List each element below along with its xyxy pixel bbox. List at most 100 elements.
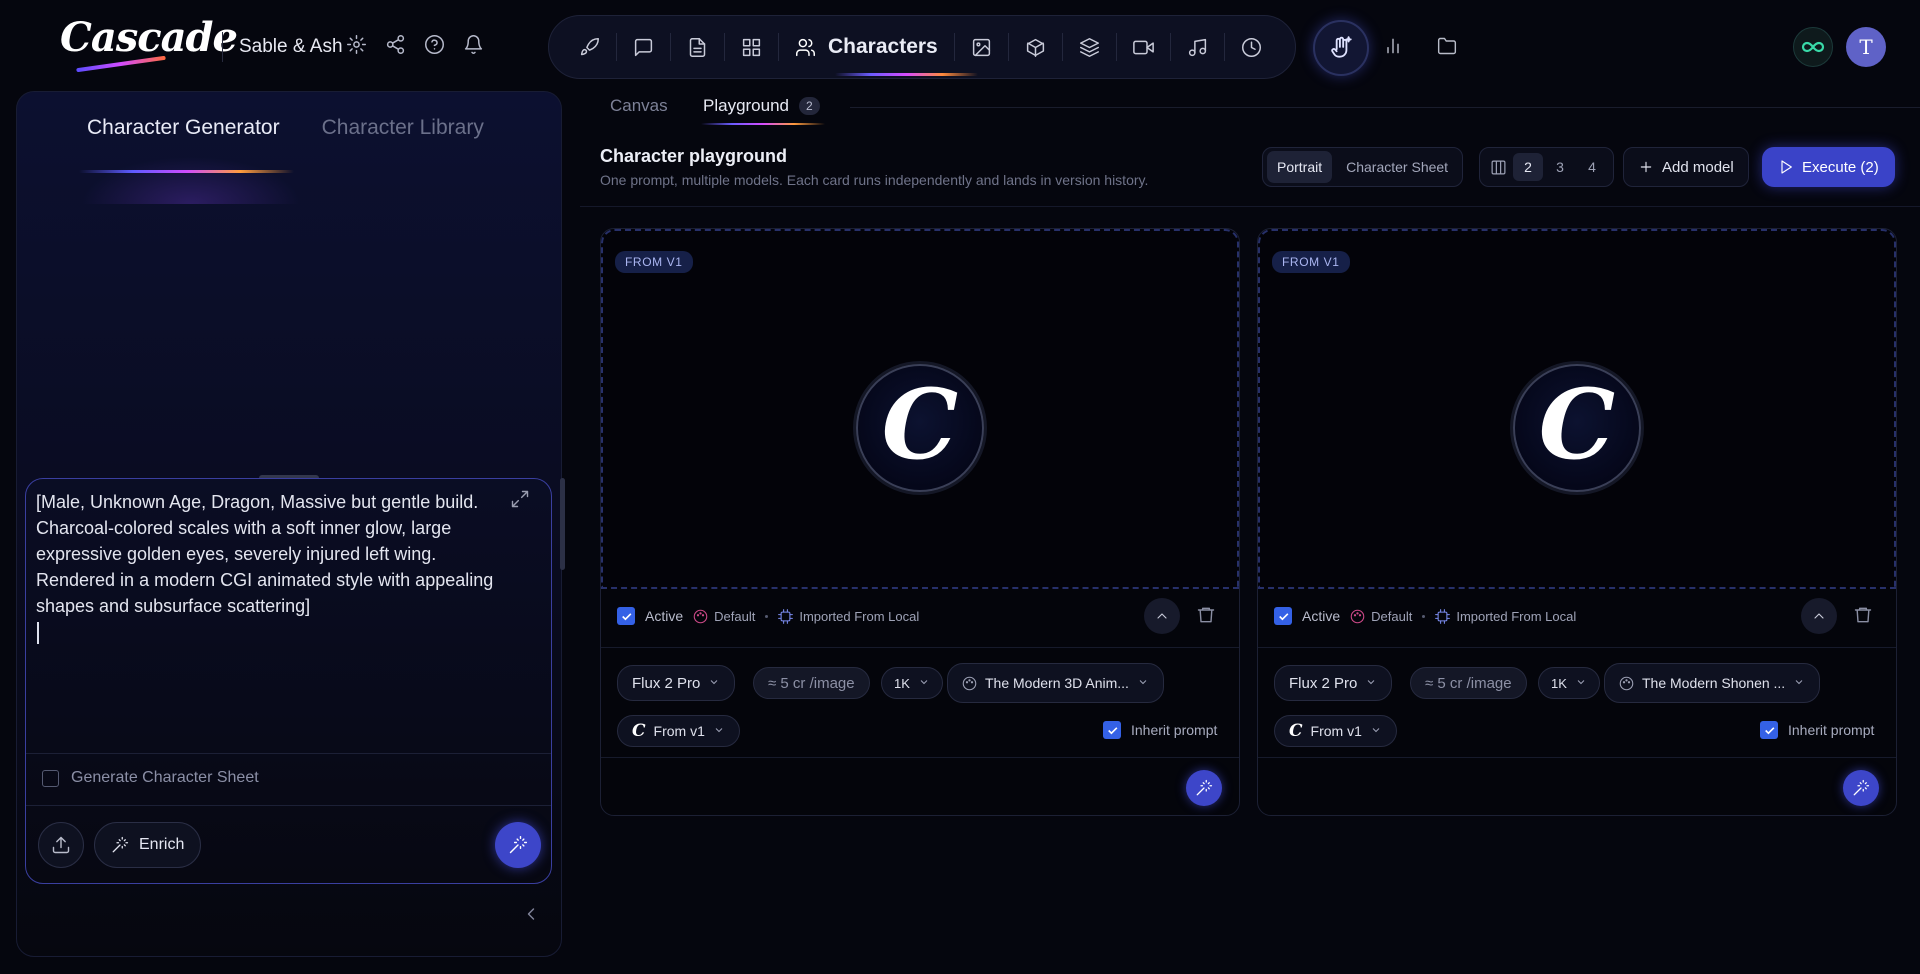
credits-button[interactable] [1793,27,1833,67]
nav-history[interactable] [1241,15,1262,79]
help-icon[interactable] [424,34,445,55]
inherit-checkbox[interactable] [1103,721,1121,739]
generate-sheet-checkbox[interactable] [42,769,59,787]
panel-scrollbar[interactable] [560,478,565,570]
nav-images[interactable] [971,15,992,79]
style-select[interactable]: The Modern 3D Anim... [947,663,1164,703]
nav-chat[interactable] [633,15,654,79]
tabs-divider [850,107,1920,108]
separator-dot [765,614,769,618]
app-logo[interactable]: Cascade [60,14,238,61]
expand-icon[interactable] [510,489,530,509]
source-badge: FROM V1 [1272,251,1350,273]
nav-characters[interactable]: Characters [795,15,978,79]
share-icon[interactable] [385,34,406,55]
user-avatar[interactable]: T [1846,27,1886,67]
columns-option[interactable]: 3 [1545,153,1575,181]
generate-sheet-option[interactable]: Generate Character Sheet [42,769,259,787]
chevron-down-icon [918,676,930,691]
nav-launch[interactable] [579,15,600,79]
upload-button[interactable] [38,822,84,868]
sparkle-hand-icon [1328,35,1354,61]
inherit-prompt-option[interactable]: Inherit prompt [1103,721,1217,739]
execute-label: Execute (2) [1802,158,1879,176]
execute-button[interactable]: Execute (2) [1762,147,1895,187]
chip-icon [778,608,794,624]
generate-button[interactable] [495,822,541,868]
bell-icon[interactable] [463,34,484,55]
tab-canvas[interactable]: Canvas [610,96,668,116]
grid-icon [741,37,762,58]
card-preview[interactable]: FROM V1 C [1258,229,1896,589]
version-select[interactable]: C From v1 [617,715,740,747]
chevron-left-icon[interactable] [521,904,541,924]
nav-video[interactable] [1132,15,1154,79]
prompt-divider [26,805,551,806]
columns-option[interactable]: 4 [1577,153,1607,181]
generate-sheet-label: Generate Character Sheet [71,769,259,786]
main-nav: Characters [548,15,1296,79]
tab-playground[interactable]: Playground 2 [703,96,820,116]
inherit-prompt-option[interactable]: Inherit prompt [1760,721,1874,739]
magic-wand-icon [1195,779,1213,797]
run-card-button[interactable] [1843,770,1879,806]
nav-separator [670,33,671,61]
image-icon [971,37,992,58]
active-label: Active [1302,608,1341,624]
prompt-textarea[interactable]: [Male, Unknown Age, Dragon, Massive but … [36,489,516,619]
add-model-button[interactable]: Add model [1623,147,1749,187]
trash-icon[interactable] [1853,605,1873,625]
tab-character-library[interactable]: Character Library [322,116,484,140]
placeholder-logo: C [856,364,984,492]
nav-grid[interactable] [741,15,762,79]
active-checkbox[interactable] [1274,607,1292,625]
tab-playground-count: 2 [799,97,820,115]
model-select[interactable]: Flux 2 Pro [617,665,736,701]
palette-icon [1619,676,1634,691]
chat-icon [633,37,654,58]
model-select[interactable]: Flux 2 Pro [1274,665,1393,701]
document-icon [687,37,708,58]
cost-estimate: ≈ 5 cr /image [753,667,870,699]
cascade-logo-icon: C [1289,721,1303,741]
mode-character-sheet[interactable]: Character Sheet [1336,151,1458,183]
default-label: Default [1371,608,1413,624]
enrich-button[interactable]: Enrich [94,822,202,868]
chevron-up-icon [1154,608,1170,624]
run-card-button[interactable] [1186,770,1222,806]
tab-character-generator[interactable]: Character Generator [79,116,294,173]
collapse-card-button[interactable] [1144,598,1180,634]
resolution-select[interactable]: 1K [1538,667,1600,699]
model-card: FROM V1 C Active Default Imported From L… [600,228,1240,816]
inherit-label: Inherit prompt [1131,722,1218,738]
folder-icon[interactable] [1437,36,1457,56]
collapse-card-button[interactable] [1801,598,1837,634]
header-divider [580,206,1920,207]
cube-icon [1025,37,1046,58]
gear-icon[interactable] [346,34,367,55]
style-value: The Modern Shonen ... [1642,675,1786,691]
nav-script[interactable] [687,15,708,79]
version-select[interactable]: C From v1 [1274,715,1397,747]
plus-icon [1638,159,1654,175]
trash-icon[interactable] [1196,605,1216,625]
resolution-select[interactable]: 1K [881,667,943,699]
active-checkbox[interactable] [617,607,635,625]
project-name[interactable]: Sable & Ash [239,36,343,58]
inherit-checkbox[interactable] [1760,721,1778,739]
add-model-label: Add model [1662,158,1734,176]
chevron-down-icon [1137,675,1149,691]
nav-separator [1169,33,1171,61]
style-select[interactable]: The Modern Shonen ... [1604,663,1821,703]
upload-icon [51,835,71,855]
nav-characters-label: Characters [828,35,938,58]
nav-layers[interactable] [1079,15,1100,79]
nav-3d[interactable] [1025,15,1046,79]
ai-assistant-button[interactable] [1313,20,1369,76]
analytics-icon[interactable] [1383,36,1403,56]
columns-option[interactable]: 2 [1513,153,1543,181]
tab-playground-label: Playground [703,96,790,115]
mode-portrait[interactable]: Portrait [1267,151,1333,183]
nav-music[interactable] [1187,15,1208,79]
card-preview[interactable]: FROM V1 C [601,229,1239,589]
